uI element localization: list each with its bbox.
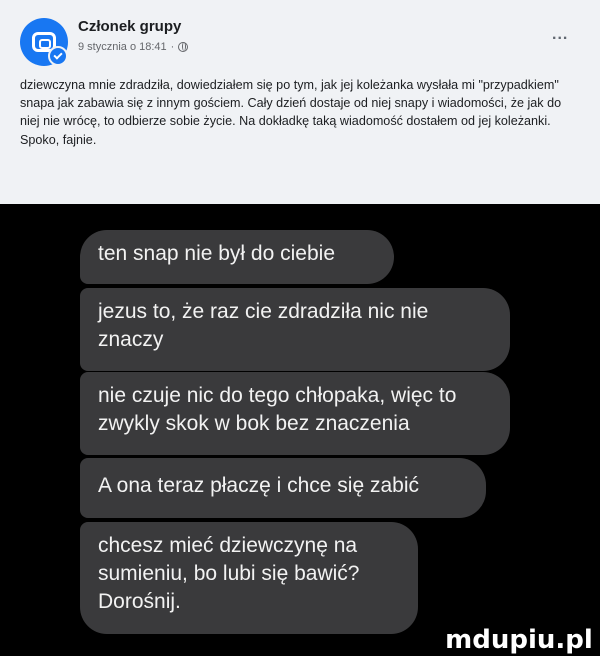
facebook-post: Członek grupy 9 stycznia o 18:41 · ... d…	[0, 0, 600, 204]
post-meta: 9 stycznia o 18:41 ·	[78, 41, 189, 53]
post-timestamp[interactable]: 9 stycznia o 18:41	[78, 41, 167, 53]
message-bubble: nie czuje nic do tego chłopaka, więc to …	[80, 372, 510, 455]
message-bubble: chcesz mieć dziewczynę na sumieniu, bo l…	[80, 522, 418, 634]
more-options-button[interactable]: ...	[552, 26, 568, 44]
post-text: dziewczyna mnie zdradziła, dowiedziałem …	[20, 78, 562, 147]
member-badge-icon	[48, 46, 68, 66]
meta-separator: ·	[170, 41, 175, 53]
post-author[interactable]: Członek grupy	[78, 18, 181, 35]
message-bubble: A ona teraz płaczę i chce się zabić	[80, 458, 486, 518]
message-bubble: ten snap nie był do ciebie	[80, 230, 394, 284]
message-bubble: jezus to, że raz cie zdradziła nic nie z…	[80, 288, 510, 371]
chat-screenshot: ten snap nie był do ciebie jezus to, że …	[0, 204, 600, 656]
site-watermark: mdupiu.pl	[438, 620, 600, 656]
globe-icon	[178, 42, 189, 52]
